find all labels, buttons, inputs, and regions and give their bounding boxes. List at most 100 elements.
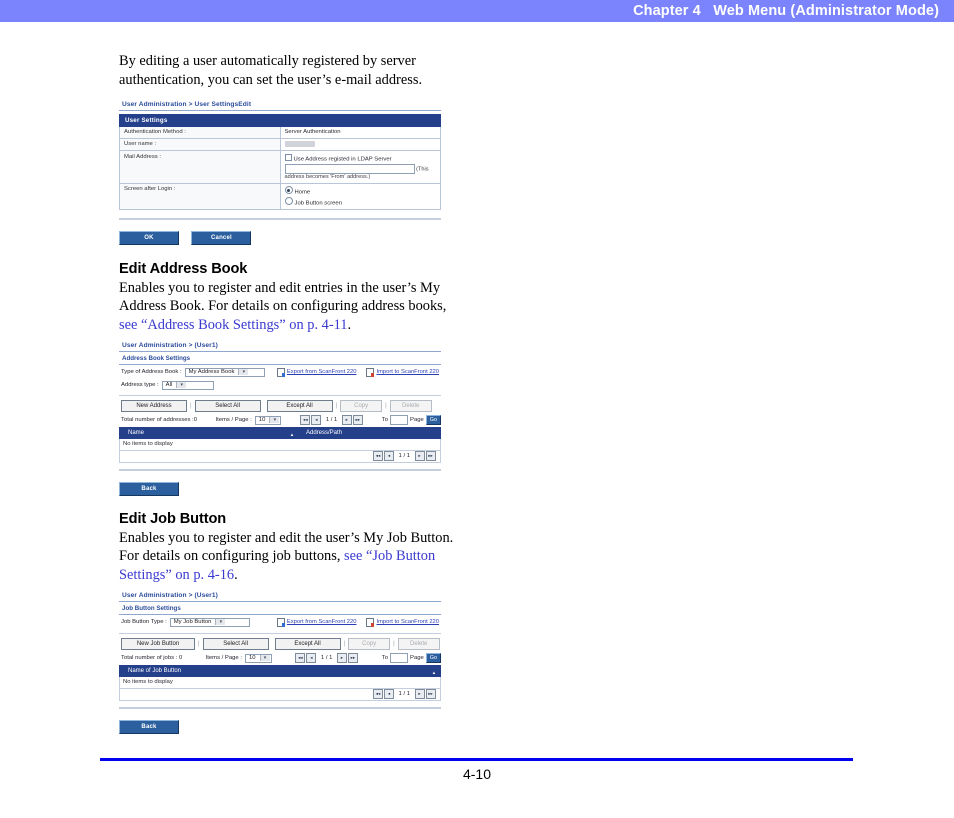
breadcrumb[interactable]: User Administration > User SettingsEdit — [119, 101, 441, 111]
job-button-link-period: . — [234, 566, 238, 583]
last-page-icon[interactable]: ▸▸ — [347, 653, 358, 664]
address-book-cross-reference-link[interactable]: see “Address Book Settings” on p. 4-11 — [119, 317, 348, 333]
job-button-cross-reference-link-part2[interactable]: Settings” on p. 4-16 — [119, 567, 234, 583]
breadcrumb[interactable]: User Administration > (User1) — [119, 592, 441, 602]
divider — [119, 217, 441, 220]
select-all-button[interactable]: Select All — [194, 399, 261, 413]
separator: | — [385, 402, 387, 409]
export-link[interactable]: Export from ScanFront 220 — [276, 617, 356, 627]
job-button-type-row: Job Button Type : My Job Button ▾ Export … — [119, 615, 441, 627]
chevron-down-icon[interactable]: ▾ — [259, 655, 270, 662]
import-link-label: Import to ScanFront 220 — [376, 369, 439, 376]
last-page-icon[interactable]: ▸▸ — [425, 451, 436, 462]
go-button[interactable]: Go — [425, 653, 441, 663]
except-all-button[interactable]: Except All — [266, 399, 333, 413]
job-button-grid-header: Name of Job Button — [119, 665, 441, 678]
go-button[interactable]: Go — [425, 415, 441, 425]
chevron-down-icon[interactable]: ▾ — [215, 619, 226, 626]
heading-edit-address-book: Edit Address Book — [119, 260, 248, 277]
items-per-page-label: Items / Page : — [215, 417, 252, 424]
copy-button: Copy — [348, 637, 391, 651]
type-of-address-book-label: Type of Address Book : — [121, 369, 182, 376]
job-button-type-value: My Job Button — [173, 619, 212, 626]
grid-empty-message: No items to display — [119, 439, 441, 451]
chapter-title: Chapter 4 Web Menu (Administrator Mode) — [633, 3, 939, 19]
prev-page-icon[interactable]: ◂ — [384, 451, 395, 462]
last-page-icon[interactable]: ▸▸ — [425, 689, 436, 700]
address-type-select[interactable]: All ▾ — [161, 380, 214, 390]
intro-paragraph: By editing a user automatically register… — [119, 52, 499, 89]
items-per-page-select[interactable]: 10 ▾ — [254, 415, 282, 425]
page-word-label: Page — [410, 417, 424, 424]
delete-button: Delete — [397, 637, 440, 651]
intro-line-2: authentication, you can set the user’s e… — [119, 71, 423, 88]
authentication-method-label: Authentication Method : — [119, 125, 281, 139]
prev-page-icon[interactable]: ◂ — [384, 689, 395, 700]
column-header-name-of-job-button[interactable]: Name of Job Button — [120, 668, 440, 675]
next-page-icon[interactable]: ▸ — [414, 451, 425, 462]
job-button-type-select[interactable]: My Job Button ▾ — [169, 617, 250, 627]
chevron-down-icon[interactable]: ▾ — [238, 369, 249, 376]
page-running-header: Chapter 4 Web Menu (Administrator Mode) — [0, 0, 954, 22]
mail-address-input[interactable] — [284, 164, 415, 175]
new-job-button-button[interactable]: New Job Button — [121, 637, 195, 651]
page-number: 4-10 — [462, 766, 492, 782]
table-row: Screen after Login : Home Job Button scr… — [119, 182, 441, 210]
chevron-down-icon[interactable]: ▾ — [176, 382, 187, 389]
heading-edit-job-button: Edit Job Button — [119, 510, 227, 527]
column-header-address-path[interactable]: Address/Path — [298, 430, 342, 436]
divider — [119, 468, 441, 471]
job-button-cross-reference-link-part1[interactable]: see “Job Button — [344, 548, 435, 564]
address-book-bottom-pager: ◂◂ ◂ 1 / 1 ▸ ▸▸ — [119, 450, 441, 463]
first-page-icon[interactable]: ◂◂ — [373, 689, 384, 700]
cancel-button[interactable]: Cancel — [191, 231, 252, 245]
goto-page-input[interactable] — [390, 415, 409, 426]
page-indicator: 1 / 1 — [320, 655, 333, 662]
checkbox-icon[interactable] — [284, 153, 292, 161]
next-page-icon[interactable]: ▸ — [414, 689, 425, 700]
panel-title: Job Button Settings — [119, 602, 441, 615]
column-header-name[interactable]: Name — [120, 430, 298, 437]
radio-job-button-label: Job Button screen — [294, 200, 342, 207]
radio-job-button-icon[interactable] — [284, 196, 293, 205]
breadcrumb[interactable]: User Administration > (User1) — [119, 342, 441, 352]
separator: | — [198, 640, 200, 647]
first-page-icon[interactable]: ◂◂ — [300, 415, 311, 426]
goto-page-input[interactable] — [390, 653, 409, 664]
type-of-address-book-select[interactable]: My Address Book ▾ — [184, 367, 265, 377]
separator: | — [335, 402, 338, 409]
back-button[interactable]: Back — [119, 482, 179, 496]
ldap-checkbox-label: Use Address registed in LDAP Server — [293, 156, 392, 163]
job-button-paragraph: Enables you to register and edit the use… — [119, 529, 499, 585]
new-address-button[interactable]: New Address — [121, 399, 187, 413]
import-link[interactable]: Import to ScanFront 220 — [366, 367, 439, 377]
next-page-icon[interactable]: ▸ — [336, 653, 347, 664]
items-per-page-select[interactable]: 10 ▾ — [244, 653, 272, 663]
ok-button[interactable]: OK — [119, 231, 179, 245]
user-settings-table: User Settings Authentication Method : Se… — [119, 113, 441, 210]
first-page-icon[interactable]: ◂◂ — [295, 653, 306, 664]
select-all-button[interactable]: Select All — [202, 637, 269, 651]
import-link[interactable]: Import to ScanFront 220 — [366, 617, 439, 627]
last-page-icon[interactable]: ▸▸ — [352, 415, 363, 426]
except-all-button[interactable]: Except All — [274, 637, 341, 651]
back-button[interactable]: Back — [119, 720, 179, 734]
ldap-checkbox-row[interactable]: Use Address registed in LDAP Server — [284, 153, 437, 163]
divider — [119, 706, 441, 709]
figure-address-book-settings: User Administration > (User1) Address Bo… — [119, 342, 441, 496]
address-book-pager-row: Total number of addresses :0 Items / Pag… — [119, 412, 441, 427]
items-per-page-value: 10 — [248, 655, 256, 662]
export-link[interactable]: Export from ScanFront 220 — [276, 367, 356, 377]
next-page-icon[interactable]: ▸ — [341, 415, 352, 426]
prev-page-icon[interactable]: ◂ — [311, 415, 322, 426]
panel-title: Address Book Settings — [119, 352, 441, 365]
first-page-icon[interactable]: ◂◂ — [373, 451, 384, 462]
table-row: Authentication Method : Server Authentic… — [119, 125, 441, 139]
radio-home-icon[interactable] — [284, 186, 293, 195]
prev-page-icon[interactable]: ◂ — [306, 653, 317, 664]
chevron-down-icon[interactable]: ▾ — [269, 417, 280, 424]
radio-job-button-row[interactable]: Job Button screen — [284, 196, 437, 207]
radio-home-row[interactable]: Home — [284, 186, 437, 196]
mail-address-cell: Use Address registed in LDAP Server (Thi… — [279, 150, 441, 184]
address-book-button-row: Back — [119, 477, 441, 496]
